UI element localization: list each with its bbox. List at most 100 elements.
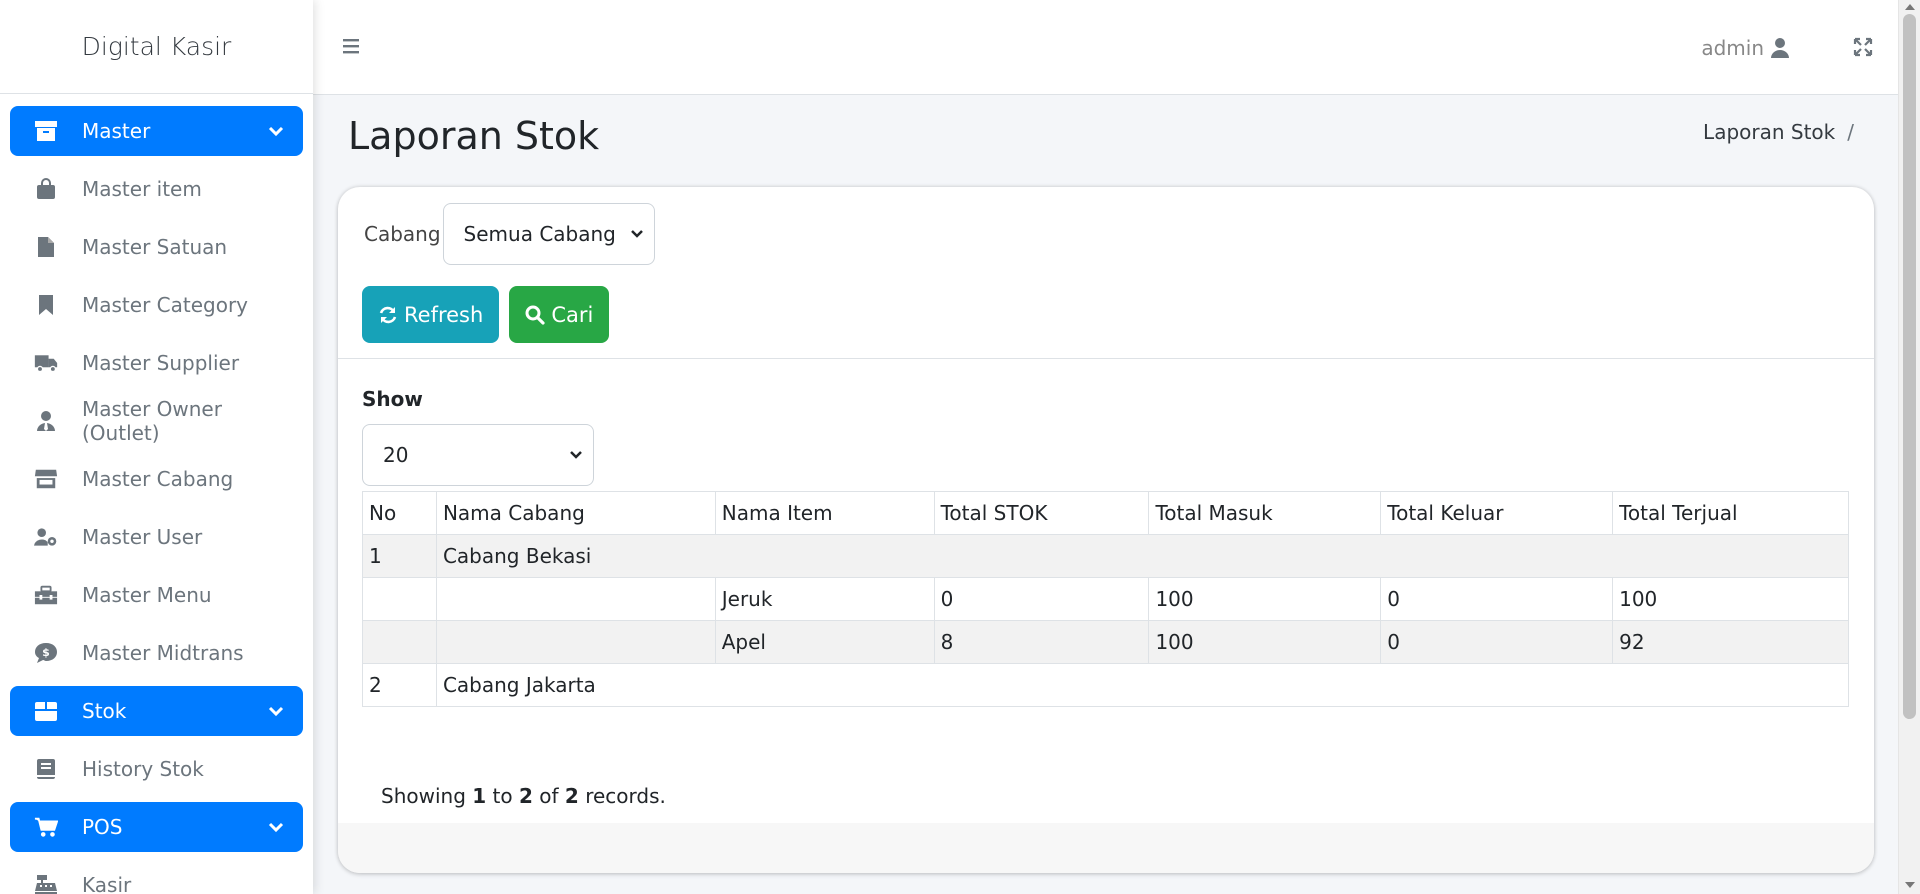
table-cell: 0 bbox=[1380, 577, 1614, 621]
sidebar-item-kasir[interactable]: Kasir bbox=[10, 860, 303, 894]
info-to: 2 bbox=[518, 784, 533, 808]
refresh-button[interactable]: Refresh bbox=[362, 286, 500, 343]
user-icon bbox=[1771, 38, 1789, 58]
sidebar-item-label: Master Cabang bbox=[82, 467, 234, 491]
archive-icon bbox=[34, 119, 58, 143]
user-tie-icon bbox=[34, 409, 58, 433]
book-icon bbox=[34, 757, 58, 781]
breadcrumb-separator: / bbox=[1847, 120, 1854, 144]
truck-icon bbox=[34, 351, 58, 375]
sidebar-item-master-owner[interactable]: Master Owner (Outlet) bbox=[10, 396, 303, 446]
info-text: Showing bbox=[381, 784, 466, 808]
svg-text:$: $ bbox=[42, 646, 50, 659]
table-row: 2 Cabang Jakarta bbox=[362, 663, 1850, 707]
table-row: Jeruk 0 100 0 100 bbox=[362, 577, 1849, 621]
sidebar-nav: Master Master item Master Satuan Master … bbox=[0, 94, 313, 894]
refresh-icon bbox=[379, 306, 397, 323]
bookmark-icon bbox=[34, 293, 58, 317]
cabang-select[interactable]: Semua Cabang bbox=[442, 203, 655, 265]
table-cell: Apel bbox=[714, 620, 935, 664]
sidebar-item-stok[interactable]: Stok bbox=[10, 686, 303, 736]
table-cell bbox=[362, 577, 437, 621]
chevron-down-icon bbox=[630, 230, 643, 238]
info-text: records. bbox=[585, 784, 666, 808]
column-header[interactable]: Total STOK bbox=[933, 491, 1150, 535]
card-footer bbox=[338, 823, 1874, 873]
scroll-down-icon[interactable] bbox=[1905, 882, 1915, 888]
records-info: Showing 1 to 2 of 2 records. bbox=[381, 784, 666, 808]
fullscreen-icon[interactable] bbox=[1853, 37, 1873, 57]
table-cell: 100 bbox=[1612, 577, 1849, 621]
column-header[interactable]: Nama Item bbox=[714, 491, 935, 535]
table-cell: 92 bbox=[1612, 620, 1849, 664]
scroll-up-icon[interactable] bbox=[1905, 4, 1915, 10]
sidebar: Digital Kasir Master Master item Master … bbox=[0, 0, 313, 894]
column-header[interactable]: Total Terjual bbox=[1612, 491, 1849, 535]
sidebar-item-label: Master Supplier bbox=[82, 351, 240, 375]
sidebar-item-label: Master Midtrans bbox=[82, 641, 244, 665]
sidebar-item-label: History Stok bbox=[82, 757, 204, 781]
sidebar-item-label: Stok bbox=[82, 699, 127, 723]
cari-button-label: Cari bbox=[551, 302, 594, 327]
dollar-comment-icon: $ bbox=[34, 641, 58, 665]
page-size-select[interactable]: 20 bbox=[362, 424, 594, 486]
breadcrumb: Laporan Stok / bbox=[1703, 120, 1854, 144]
file-icon bbox=[34, 235, 58, 259]
stock-table: No Nama Cabang Nama Item Total STOK Tota… bbox=[362, 491, 1850, 707]
chevron-down-icon bbox=[268, 126, 284, 137]
info-text: to bbox=[492, 784, 513, 808]
action-buttons: Refresh Cari bbox=[362, 286, 610, 343]
scrollbar-thumb[interactable] bbox=[1903, 14, 1916, 719]
sidebar-item-master-item[interactable]: Master item bbox=[10, 164, 303, 214]
sidebar-item-master-satuan[interactable]: Master Satuan bbox=[10, 222, 303, 272]
sidebar-item-master-category[interactable]: Master Category bbox=[10, 280, 303, 330]
table-cell: 0 bbox=[1380, 620, 1614, 664]
page-title: Laporan Stok bbox=[348, 114, 600, 158]
sidebar-item-label: Master bbox=[82, 119, 151, 143]
user-name: admin bbox=[1701, 36, 1764, 60]
sidebar-item-master-cabang[interactable]: Master Cabang bbox=[10, 454, 303, 504]
user-cog-icon bbox=[34, 525, 58, 549]
sidebar-item-label: Kasir bbox=[82, 873, 132, 894]
sidebar-item-pos[interactable]: POS bbox=[10, 802, 303, 852]
table-cell bbox=[435, 620, 716, 664]
box-open-icon bbox=[34, 699, 58, 723]
search-icon bbox=[525, 305, 545, 325]
sidebar-item-history-stok[interactable]: History Stok bbox=[10, 744, 303, 794]
column-header[interactable]: Nama Cabang bbox=[435, 491, 716, 535]
sidebar-item-label: Master Owner (Outlet) bbox=[82, 397, 222, 445]
sidebar-item-label: POS bbox=[82, 815, 123, 839]
table-cell: 1 bbox=[362, 534, 437, 578]
cari-button[interactable]: Cari bbox=[509, 286, 610, 343]
sidebar-item-master-supplier[interactable]: Master Supplier bbox=[10, 338, 303, 388]
table-row: Apel 8 100 0 92 bbox=[362, 620, 1849, 664]
report-card: Cabang Semua Cabang Refresh Cari Show 20 bbox=[338, 187, 1874, 873]
sidebar-item-master[interactable]: Master bbox=[10, 106, 303, 156]
table-cell: Jeruk bbox=[714, 577, 935, 621]
sidebar-item-master-midtrans[interactable]: $ Master Midtrans bbox=[10, 628, 303, 678]
table-cell: 0 bbox=[933, 577, 1150, 621]
sidebar-item-label: Master item bbox=[82, 177, 202, 201]
column-header[interactable]: No bbox=[362, 491, 437, 535]
column-header[interactable]: Total Masuk bbox=[1148, 491, 1382, 535]
column-header[interactable]: Total Keluar bbox=[1380, 491, 1614, 535]
sidebar-item-label: Master Menu bbox=[82, 583, 212, 607]
table-row: 1 Cabang Bekasi bbox=[362, 534, 1850, 578]
page-scrollbar[interactable] bbox=[1898, 0, 1920, 894]
sidebar-item-label: Master User bbox=[82, 525, 203, 549]
info-from: 1 bbox=[472, 784, 487, 808]
topbar: admin bbox=[313, 0, 1898, 95]
user-menu[interactable]: admin bbox=[1701, 36, 1790, 60]
chevron-down-icon bbox=[268, 822, 284, 833]
sidebar-item-master-user[interactable]: Master User bbox=[10, 512, 303, 562]
info-total: 2 bbox=[564, 784, 579, 808]
breadcrumb-item[interactable]: Laporan Stok bbox=[1703, 120, 1835, 144]
sidebar-item-master-menu[interactable]: Master Menu bbox=[10, 570, 303, 620]
hamburger-menu-icon[interactable] bbox=[341, 36, 363, 56]
brand-logo[interactable]: Digital Kasir bbox=[0, 0, 313, 94]
sidebar-item-label: Master Category bbox=[82, 293, 249, 317]
cabang-filter: Cabang Semua Cabang bbox=[364, 203, 655, 265]
table-cell: 8 bbox=[933, 620, 1150, 664]
table-cell: Cabang Jakarta bbox=[435, 663, 1850, 707]
cash-register-icon bbox=[34, 873, 58, 894]
